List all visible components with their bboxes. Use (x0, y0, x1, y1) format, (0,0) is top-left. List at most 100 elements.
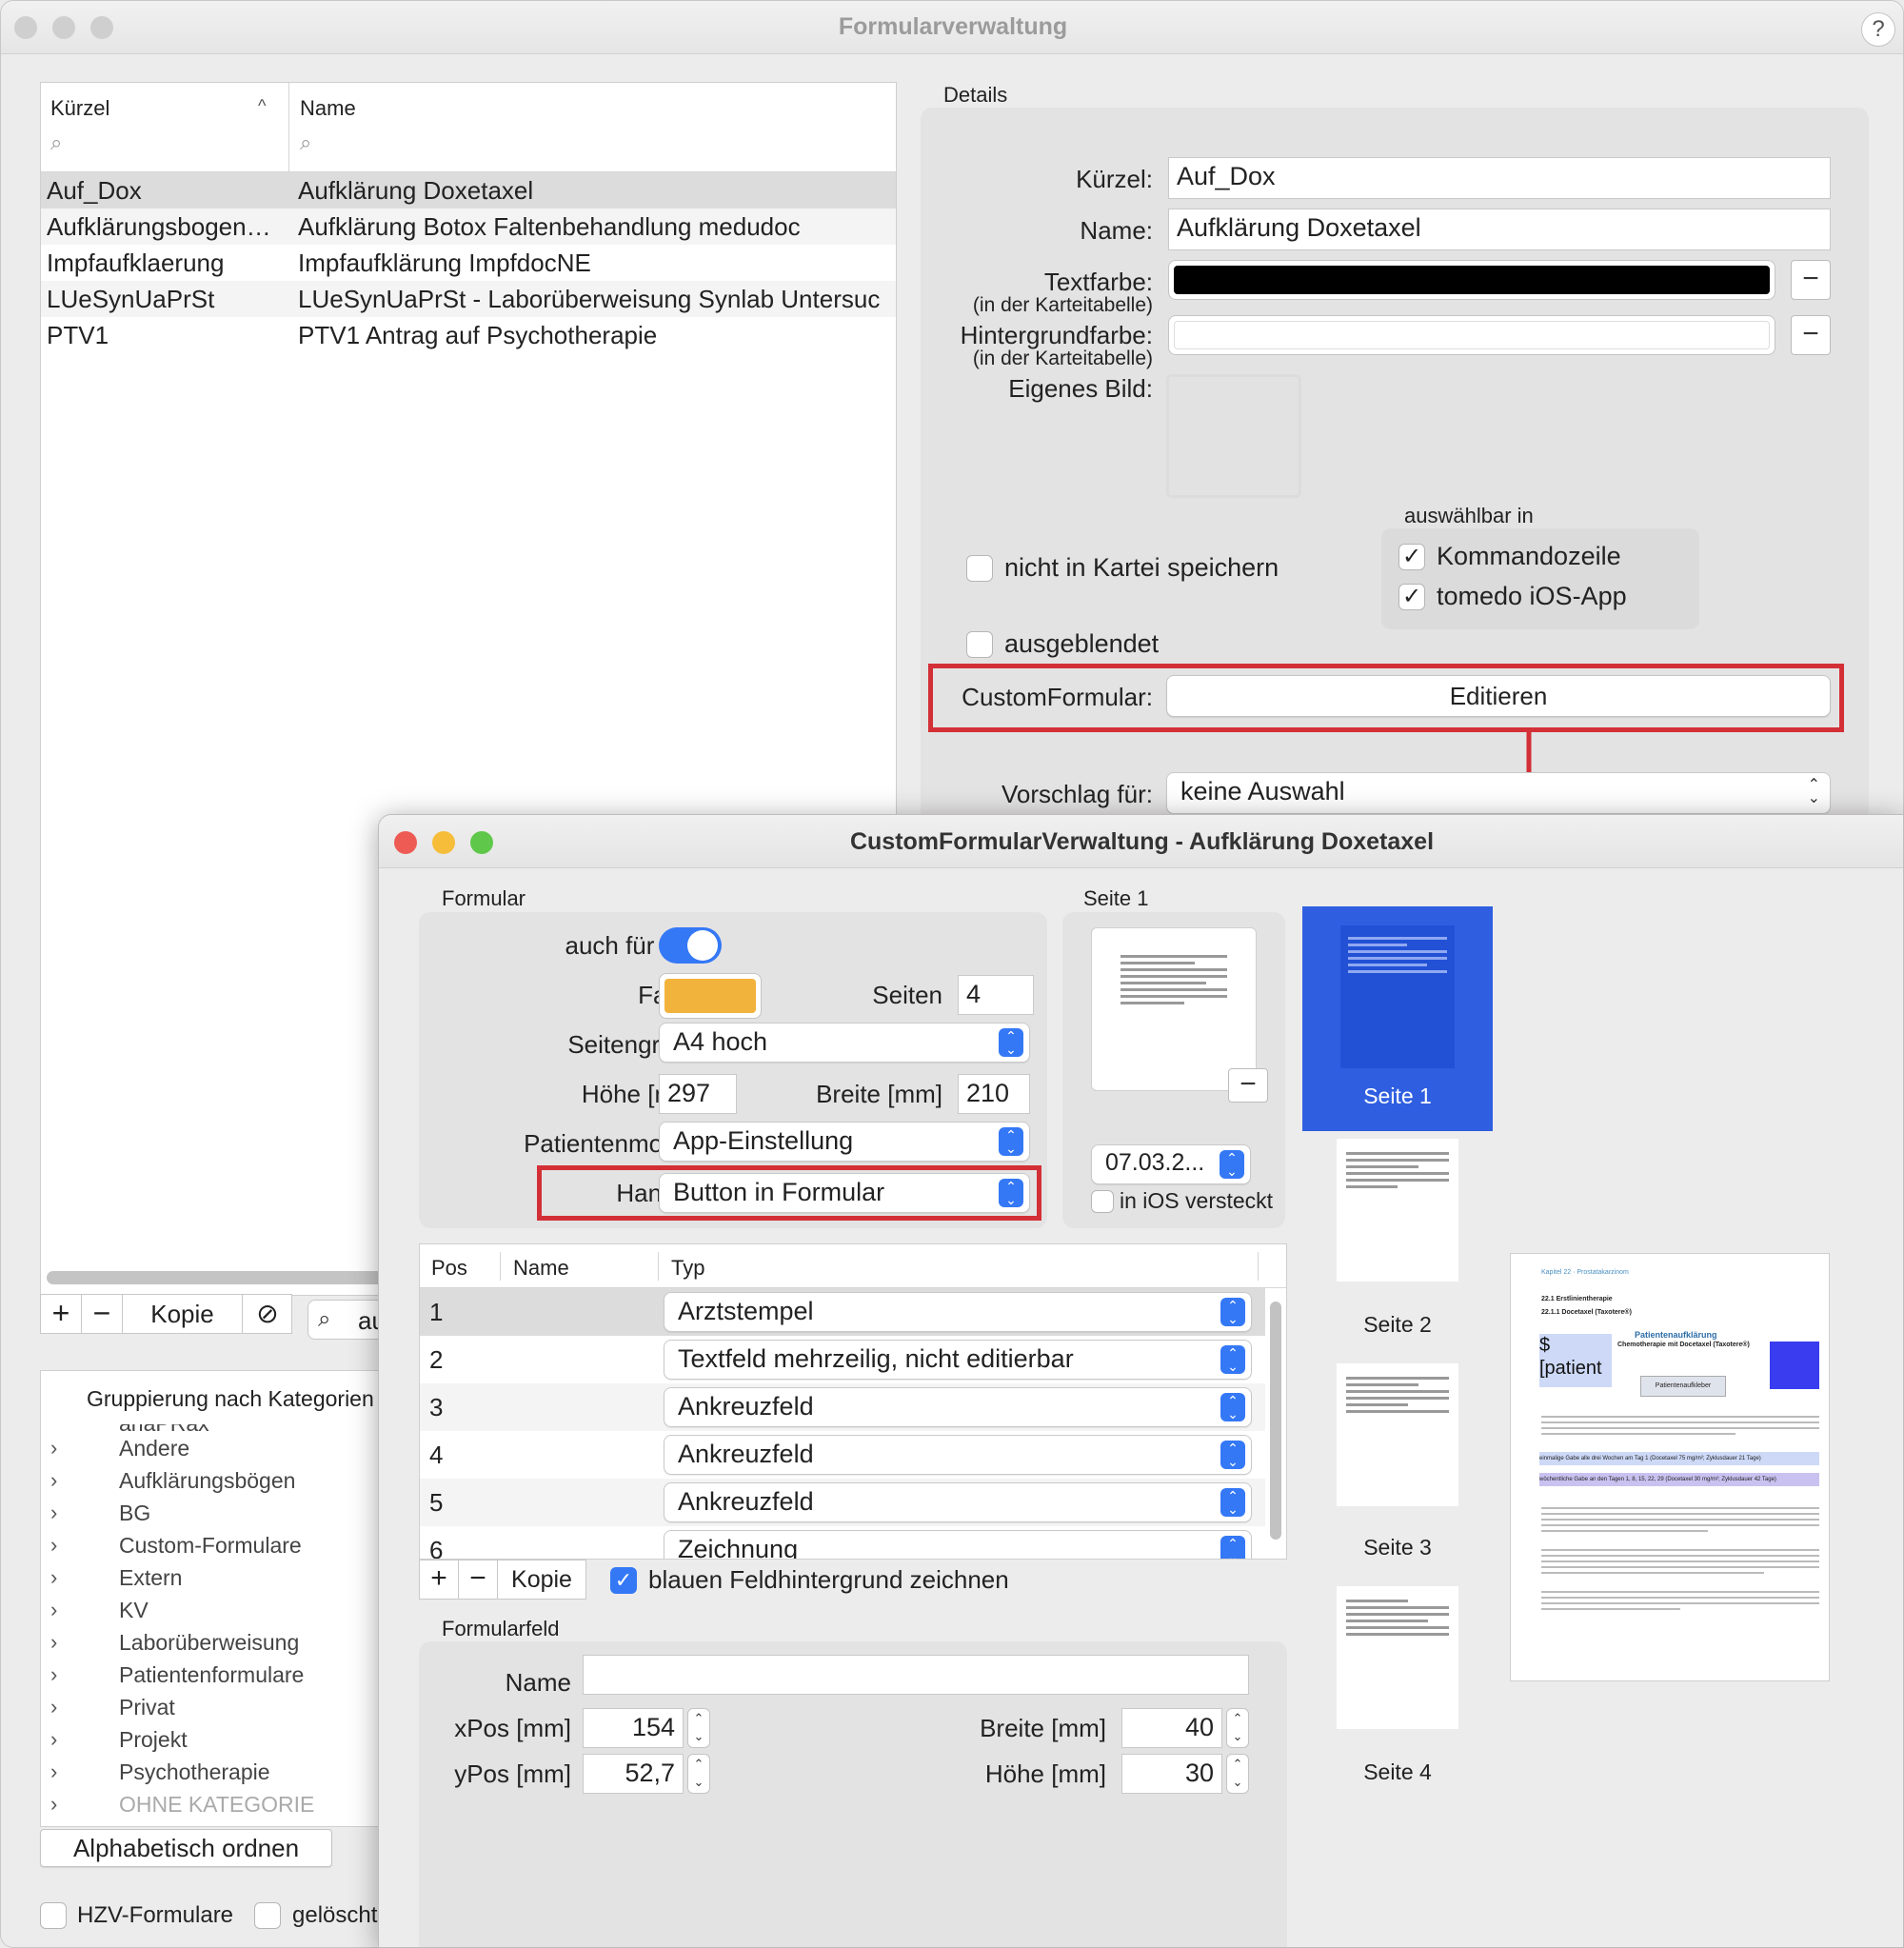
category-item[interactable]: Patientenformulare (119, 1662, 304, 1688)
column-kuerzel-header[interactable]: Kürzel (50, 96, 109, 121)
search-icon[interactable]: ⌕ (300, 130, 311, 155)
table-row[interactable]: Aufklärungsbogen… Aufklärung Botox Falte… (41, 209, 896, 245)
category-item[interactable]: BG (119, 1501, 150, 1526)
column-typ-header[interactable]: Typ (671, 1256, 704, 1281)
search-field[interactable]: ⌕ au (307, 1300, 386, 1340)
category-item[interactable]: Aufklärungsbögen (119, 1468, 295, 1494)
category-item[interactable]: Projekt (119, 1727, 188, 1753)
remove-form-button[interactable]: − (82, 1295, 122, 1333)
seite-preview-thumbnail[interactable] (1091, 927, 1257, 1091)
xpos-field[interactable]: 154 (583, 1708, 684, 1748)
chevron-right-icon[interactable]: › (50, 1695, 57, 1719)
preview-blue-field[interactable] (1770, 1342, 1819, 1389)
remove-field-button[interactable]: − (459, 1560, 497, 1599)
column-divider[interactable] (658, 1252, 659, 1281)
column-name-header[interactable]: Name (513, 1256, 569, 1281)
typ-popup[interactable]: Ankreuzfeld ⌃ ⌄ (664, 1482, 1252, 1522)
page-thumb-2[interactable] (1337, 1139, 1458, 1282)
blue-background-checkbox[interactable]: ✓ (610, 1567, 637, 1594)
typ-popup[interactable]: Textfeld mehrzeilig, nicht editierbar ⌃ ⌄ (664, 1340, 1252, 1380)
hzv-checkbox[interactable] (40, 1902, 67, 1929)
ios-app-checkbox[interactable]: ✓ (1398, 584, 1425, 610)
xpos-stepper[interactable]: ⌃ ⌄ (687, 1708, 710, 1748)
chevron-right-icon[interactable]: › (50, 1436, 57, 1461)
date-popup[interactable]: 07.03.2... ⌃ ⌄ (1091, 1144, 1251, 1184)
column-divider[interactable] (500, 1252, 501, 1281)
table-row-selected[interactable]: 1 Arztstempel ⌃ ⌄ (420, 1288, 1265, 1336)
ypos-field[interactable]: 52,7 (583, 1754, 684, 1794)
column-divider[interactable] (1258, 1252, 1259, 1281)
vertical-scrollbar[interactable] (1270, 1302, 1281, 1540)
vorschlag-popup[interactable]: keine Auswahl ⌃ ⌄ (1166, 772, 1831, 814)
category-item[interactable]: Privat (119, 1695, 175, 1720)
editieren-button[interactable]: Editieren (1166, 675, 1831, 717)
table-row[interactable]: 4 Ankreuzfeld ⌃ ⌄ (420, 1431, 1265, 1479)
feld-name-field[interactable] (583, 1655, 1249, 1695)
column-pos-header[interactable]: Pos (431, 1256, 467, 1281)
preview-patient-field[interactable]: $ [patient (1539, 1334, 1612, 1387)
page-thumb-selected[interactable]: Seite 1 (1302, 906, 1493, 1131)
typ-popup[interactable]: Ankreuzfeld ⌃ ⌄ (664, 1435, 1252, 1475)
feld-breite-stepper[interactable]: ⌃ ⌄ (1226, 1708, 1249, 1748)
preview-option-1[interactable]: einmalige Gabe alle drei Wochen am Tag 1… (1539, 1452, 1819, 1465)
remove-page-image-button[interactable]: − (1228, 1068, 1268, 1103)
nicht-speichern-checkbox[interactable] (966, 555, 993, 582)
ios-toggle[interactable] (659, 927, 722, 964)
hide-eye-icon[interactable]: ⊘ (245, 1297, 290, 1331)
feld-hoehe-field[interactable]: 30 (1121, 1754, 1222, 1794)
copy-field-button[interactable]: Kopie (498, 1560, 585, 1599)
ypos-stepper[interactable]: ⌃ ⌄ (687, 1754, 710, 1794)
chevron-right-icon[interactable]: › (50, 1759, 57, 1784)
table-row[interactable]: 5 Ankreuzfeld ⌃ ⌄ (420, 1479, 1265, 1526)
table-row-selected[interactable]: Auf_Dox Aufklärung Doxetaxel (41, 172, 896, 209)
help-button[interactable]: ? (1861, 12, 1895, 47)
category-item[interactable]: OHNE KATEGORIE (119, 1792, 314, 1818)
copy-form-button[interactable]: Kopie (123, 1295, 242, 1333)
preview-option-2[interactable]: wöchentliche Gabe an den Tagen 1, 8, 15,… (1539, 1473, 1819, 1486)
table-row[interactable]: Impfaufklaerung Impfaufklärung ImpfdocNE (41, 245, 896, 281)
chevron-right-icon[interactable]: › (50, 1533, 57, 1558)
farbe-color-well[interactable] (659, 973, 762, 1019)
sort-ascending-icon[interactable]: ^ (258, 96, 266, 116)
hoehe-field[interactable]: 297 (659, 1074, 737, 1114)
chevron-right-icon[interactable]: › (50, 1727, 57, 1752)
kommandozeile-checkbox[interactable]: ✓ (1398, 544, 1425, 570)
patientenmodus-popup[interactable]: App-Einstellung ⌃ ⌄ (659, 1122, 1030, 1162)
seitengroesse-popup[interactable]: A4 hoch ⌃ ⌄ (659, 1023, 1030, 1063)
chevron-right-icon[interactable]: › (50, 1662, 57, 1687)
chevron-right-icon[interactable]: › (50, 1630, 57, 1655)
table-row[interactable]: 2 Textfeld mehrzeilig, nicht editierbar ⌃… (420, 1336, 1265, 1383)
breite-field[interactable]: 210 (958, 1074, 1030, 1114)
hintergrund-clear-button[interactable]: − (1791, 315, 1831, 355)
add-field-button[interactable]: + (420, 1560, 458, 1599)
table-row[interactable]: LUeSynUaPrSt LUeSynUaPrSt - Laborüberwei… (41, 281, 896, 317)
table-row[interactable]: 6 Zeichnung ⌃ ⌄ (420, 1526, 1265, 1559)
typ-popup[interactable]: Ankreuzfeld ⌃ ⌄ (664, 1387, 1252, 1427)
page-thumb-3[interactable] (1337, 1363, 1458, 1506)
chevron-right-icon[interactable]: › (50, 1468, 57, 1493)
seiten-field[interactable]: 4 (958, 975, 1034, 1015)
ausgeblendet-checkbox[interactable] (966, 631, 993, 658)
search-icon[interactable]: ⌕ (50, 130, 62, 155)
category-item[interactable]: Laborüberweisung (119, 1630, 299, 1656)
category-item[interactable]: Extern (119, 1565, 182, 1591)
textfarbe-clear-button[interactable]: − (1791, 260, 1831, 300)
category-item[interactable]: Custom-Formulare (119, 1533, 302, 1559)
column-name-header[interactable]: Name (300, 96, 356, 121)
chevron-right-icon[interactable]: › (50, 1792, 57, 1817)
handoff-popup[interactable]: Button in Formular ⌃ ⌄ (659, 1173, 1030, 1213)
table-row[interactable]: 3 Ankreuzfeld ⌃ ⌄ (420, 1383, 1265, 1431)
feld-breite-field[interactable]: 40 (1121, 1708, 1222, 1748)
chevron-right-icon[interactable]: › (50, 1598, 57, 1622)
page-thumb-4[interactable] (1337, 1586, 1458, 1729)
category-item[interactable]: Psychotherapie (119, 1759, 270, 1785)
alphabetical-sort-button[interactable]: Alphabetisch ordnen (40, 1829, 332, 1867)
typ-popup[interactable]: Zeichnung ⌃ ⌄ (664, 1530, 1252, 1559)
table-row[interactable]: PTV1 PTV1 Antrag auf Psychotherapie (41, 317, 896, 353)
image-well[interactable] (1166, 374, 1301, 498)
page-preview[interactable]: Kapitel 22 · Prostatakarzinom 22.1 Erstl… (1510, 1253, 1830, 1681)
chevron-right-icon[interactable]: › (50, 1565, 57, 1590)
typ-popup[interactable]: Arztstempel ⌃ ⌄ (664, 1292, 1252, 1332)
feld-hoehe-stepper[interactable]: ⌃ ⌄ (1226, 1754, 1249, 1794)
deleted-checkbox[interactable] (254, 1902, 281, 1929)
